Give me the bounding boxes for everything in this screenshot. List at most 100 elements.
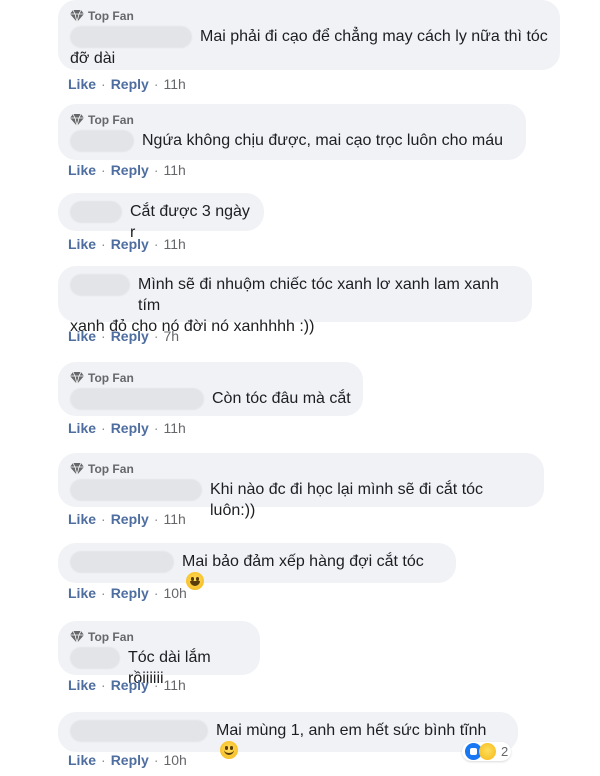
commenter-name[interactable] bbox=[70, 130, 134, 152]
comment-actions: Like · Reply · 10h bbox=[68, 752, 187, 768]
badge-label: Top Fan bbox=[88, 113, 134, 127]
haha-reaction-icon bbox=[479, 743, 496, 760]
comment-bubble: Mai mùng 1, anh em hết sức bình tĩnh bbox=[58, 712, 518, 759]
like-button[interactable]: Like bbox=[68, 328, 96, 344]
top-fan-badge[interactable]: Top Fan bbox=[70, 629, 248, 645]
comment-actions: Like · Reply · 10h bbox=[68, 585, 187, 601]
slight-smile-emoji bbox=[220, 741, 238, 759]
separator: · bbox=[101, 677, 106, 693]
reaction-summary[interactable]: 2 bbox=[462, 742, 512, 761]
like-button[interactable]: Like bbox=[68, 585, 96, 601]
timestamp[interactable]: 11h bbox=[163, 76, 185, 92]
comment-bubble: Mình sẽ đi nhuộm chiếc tóc xanh lơ xanh … bbox=[58, 266, 532, 335]
reply-button[interactable]: Reply bbox=[111, 752, 149, 768]
timestamp[interactable]: 11h bbox=[163, 420, 185, 436]
like-button[interactable]: Like bbox=[68, 236, 96, 252]
top-fan-badge[interactable]: Top Fan bbox=[70, 370, 351, 386]
like-button[interactable]: Like bbox=[68, 677, 96, 693]
comment-actions: Like · Reply · 11h bbox=[68, 162, 186, 178]
separator: · bbox=[153, 328, 159, 344]
badge-label: Top Fan bbox=[88, 462, 134, 476]
timestamp[interactable]: 10h bbox=[163, 585, 186, 601]
separator: · bbox=[101, 511, 106, 527]
diamond-icon bbox=[70, 10, 84, 22]
comment-text: Mình sẽ đi nhuộm chiếc tóc xanh lơ xanh … bbox=[138, 276, 499, 314]
timestamp[interactable]: 11h bbox=[163, 511, 185, 527]
comment-text: Ngứa không chịu được, mai cạo trọc luôn … bbox=[142, 132, 503, 149]
badge-label: Top Fan bbox=[88, 9, 134, 23]
comment-actions: Like · Reply · 11h bbox=[68, 511, 186, 527]
separator: · bbox=[101, 76, 106, 92]
commenter-name[interactable] bbox=[70, 720, 208, 742]
comment-actions: Like · Reply · 11h bbox=[68, 236, 186, 252]
timestamp[interactable]: 11h bbox=[163, 162, 185, 178]
commenter-name[interactable] bbox=[70, 201, 122, 223]
separator: · bbox=[153, 162, 159, 178]
comment-bubble: Top Fan Tóc dài lắm rồiiiiii bbox=[58, 621, 260, 687]
timestamp[interactable]: 7h bbox=[163, 328, 179, 344]
separator: · bbox=[101, 236, 106, 252]
grinning-sweat-emoji bbox=[186, 572, 204, 590]
like-button[interactable]: Like bbox=[68, 76, 96, 92]
comment-bubble: Top Fan Khi nào đc đi học lại mình sẽ đi… bbox=[58, 453, 544, 519]
separator: · bbox=[153, 420, 159, 436]
like-button[interactable]: Like bbox=[68, 162, 96, 178]
separator: · bbox=[153, 677, 159, 693]
comment-bubble: Cắt được 3 ngày r bbox=[58, 193, 264, 241]
comment-actions: Like · Reply · 11h bbox=[68, 76, 186, 92]
separator: · bbox=[101, 162, 106, 178]
separator: · bbox=[101, 752, 106, 768]
separator: · bbox=[101, 420, 106, 436]
like-button[interactable]: Like bbox=[68, 420, 96, 436]
commenter-name[interactable] bbox=[70, 647, 120, 669]
comment-text-continued: đỡ dài bbox=[70, 50, 116, 67]
separator: · bbox=[101, 585, 106, 601]
reaction-count: 2 bbox=[501, 744, 509, 759]
comment-text: Mai phải đi cạo để chẳng may cách ly nữa… bbox=[200, 28, 548, 45]
comment-text-body: Mai bảo đảm xếp hàng đợi cắt tóc bbox=[182, 553, 424, 570]
comment-text: Còn tóc đâu mà cắt bbox=[212, 390, 351, 407]
reply-button[interactable]: Reply bbox=[111, 162, 149, 178]
comment-actions: Like · Reply · 11h bbox=[68, 677, 186, 693]
comment-bubble: Top Fan Còn tóc đâu mà cắt bbox=[58, 362, 363, 416]
reply-button[interactable]: Reply bbox=[111, 236, 149, 252]
separator: · bbox=[153, 511, 159, 527]
comment-bubble: Top Fan Ngứa không chịu được, mai cạo tr… bbox=[58, 104, 526, 160]
like-button[interactable]: Like bbox=[68, 752, 96, 768]
top-fan-badge[interactable]: Top Fan bbox=[70, 112, 514, 128]
timestamp[interactable]: 11h bbox=[163, 236, 185, 252]
like-button[interactable]: Like bbox=[68, 511, 96, 527]
commenter-name[interactable] bbox=[70, 479, 202, 501]
top-fan-badge[interactable]: Top Fan bbox=[70, 8, 548, 24]
comment-bubble: Top Fan Mai phải đi cạo để chẳng may các… bbox=[58, 0, 560, 70]
reply-button[interactable]: Reply bbox=[111, 76, 149, 92]
diamond-icon bbox=[70, 372, 84, 384]
reply-button[interactable]: Reply bbox=[111, 677, 149, 693]
reply-button[interactable]: Reply bbox=[111, 328, 149, 344]
timestamp[interactable]: 11h bbox=[163, 677, 185, 693]
separator: · bbox=[153, 585, 159, 601]
diamond-icon bbox=[70, 114, 84, 126]
diamond-icon bbox=[70, 463, 84, 475]
commenter-name[interactable] bbox=[70, 26, 192, 48]
comment-bubble: Mai bảo đảm xếp hàng đợi cắt tóc bbox=[58, 543, 456, 590]
comment-text: Mai bảo đảm xếp hàng đợi cắt tóc bbox=[182, 551, 444, 593]
separator: · bbox=[153, 76, 159, 92]
separator: · bbox=[153, 752, 159, 768]
separator: · bbox=[153, 236, 159, 252]
separator: · bbox=[101, 328, 106, 344]
comment-text: Khi nào đc đi học lại mình sẽ đi cắt tóc… bbox=[210, 481, 484, 519]
reply-button[interactable]: Reply bbox=[111, 511, 149, 527]
timestamp[interactable]: 10h bbox=[163, 752, 186, 768]
comment-actions: Like · Reply · 7h bbox=[68, 328, 179, 344]
reply-button[interactable]: Reply bbox=[111, 585, 149, 601]
commenter-name[interactable] bbox=[70, 551, 174, 573]
badge-label: Top Fan bbox=[88, 371, 134, 385]
comment-actions: Like · Reply · 11h bbox=[68, 420, 186, 436]
top-fan-badge[interactable]: Top Fan bbox=[70, 461, 532, 477]
reply-button[interactable]: Reply bbox=[111, 420, 149, 436]
badge-label: Top Fan bbox=[88, 630, 134, 644]
comment-text-body: Mai mùng 1, anh em hết sức bình tĩnh bbox=[216, 722, 487, 739]
commenter-name[interactable] bbox=[70, 388, 204, 410]
commenter-name[interactable] bbox=[70, 274, 130, 296]
